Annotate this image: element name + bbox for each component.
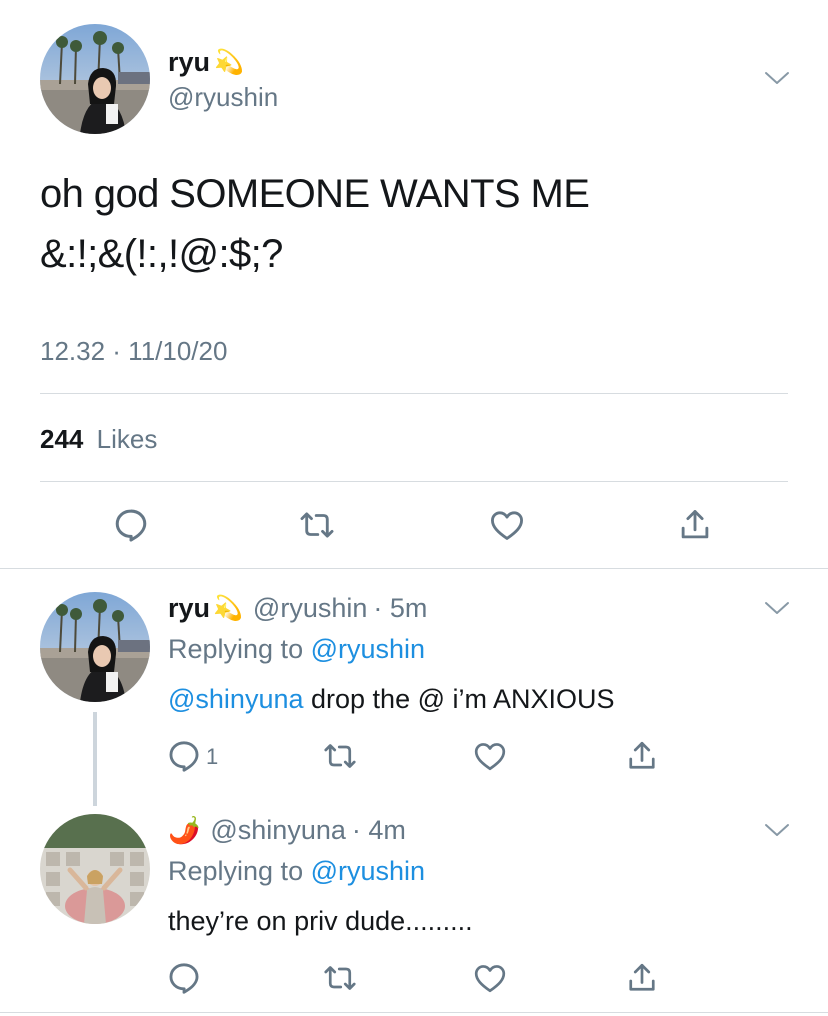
avatar[interactable] xyxy=(40,24,150,134)
sparkle-emoji: 💫 xyxy=(214,48,244,76)
chili-pepper-emoji: 🌶️ xyxy=(168,814,201,845)
like-icon[interactable] xyxy=(472,738,508,774)
thread-connector-line xyxy=(93,712,97,806)
sparkle-emoji: 💫 xyxy=(213,594,243,622)
retweet-icon[interactable] xyxy=(322,960,358,996)
chevron-down-icon[interactable] xyxy=(764,822,790,838)
display-name[interactable]: ryu xyxy=(168,593,210,624)
share-icon[interactable] xyxy=(624,960,660,996)
avatar[interactable] xyxy=(40,814,150,924)
likes-label: Likes xyxy=(96,424,158,454)
relative-time[interactable]: · 4m xyxy=(352,815,406,846)
tweet-timestamp[interactable]: 12.32 · 11/10/20 xyxy=(40,336,227,367)
user-handle[interactable]: @ryushin xyxy=(253,593,367,624)
reply-icon[interactable] xyxy=(166,960,202,996)
chevron-down-icon[interactable] xyxy=(764,70,790,86)
likes-count: 244 xyxy=(40,424,84,454)
replying-to-label: Replying to xyxy=(168,856,304,886)
replying-to-handle[interactable]: @ryushin xyxy=(311,856,425,886)
reply-count: 1 xyxy=(206,744,219,769)
retweet-icon[interactable] xyxy=(298,506,336,544)
share-icon[interactable] xyxy=(676,506,714,544)
reply-text: they’re on priv dude......... xyxy=(168,906,473,936)
user-handle[interactable]: @shinyuna xyxy=(210,815,346,846)
retweet-icon[interactable] xyxy=(322,738,358,774)
relative-time[interactable]: · 5m xyxy=(373,593,427,624)
tweet-text-line-2: &:!;&(!:,!@:$;? xyxy=(40,232,283,276)
bottom-divider xyxy=(0,1012,828,1013)
reply-icon[interactable] xyxy=(112,506,150,544)
user-handle[interactable]: @ryushin xyxy=(168,82,278,113)
divider xyxy=(40,481,788,482)
share-icon[interactable] xyxy=(624,738,660,774)
like-icon[interactable] xyxy=(488,506,526,544)
chevron-down-icon[interactable] xyxy=(764,600,790,616)
mention-link[interactable]: @shinyuna xyxy=(168,684,304,714)
reply-text: drop the @ i’m ANXIOUS xyxy=(311,684,615,714)
section-divider xyxy=(0,568,828,569)
avatar[interactable] xyxy=(40,592,150,702)
likes-stat[interactable]: 244 Likes xyxy=(40,424,157,455)
replying-to-label: Replying to xyxy=(168,634,304,664)
tweet-text-line-1: oh god SOMEONE WANTS ME xyxy=(40,172,590,216)
reply-icon[interactable] xyxy=(166,738,202,774)
replying-to-handle[interactable]: @ryushin xyxy=(311,634,425,664)
like-icon[interactable] xyxy=(472,960,508,996)
display-name[interactable]: ryu xyxy=(168,47,210,78)
divider xyxy=(40,393,788,394)
